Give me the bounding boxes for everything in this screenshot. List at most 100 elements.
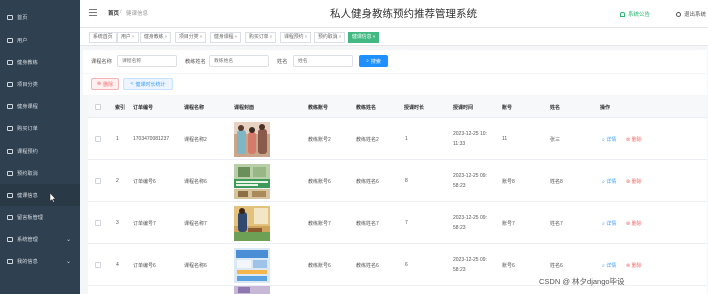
tab-home[interactable]: 系统首页 <box>89 32 117 43</box>
chevron-left-icon: < <box>130 81 134 87</box>
column-header: 操作 <box>600 105 611 111</box>
coach-name-input[interactable] <box>209 55 269 67</box>
detail-button[interactable]: ⌕ 详情 <box>602 178 616 185</box>
cell-order-no: 订单编号6 <box>133 263 156 269</box>
tab-label: 健身教练 <box>144 35 164 40</box>
search-icon: ⌕ <box>602 221 605 227</box>
course-icon <box>7 103 13 109</box>
row-checkbox[interactable] <box>95 136 101 142</box>
tab-course[interactable]: 健身课程× <box>210 32 242 43</box>
tab-category[interactable]: 项目分类× <box>175 32 207 43</box>
close-icon[interactable]: × <box>235 35 238 40</box>
tab-cancel[interactable]: 预约取消× <box>314 32 346 43</box>
search-button[interactable]: ⌕ 搜索 <box>359 55 388 67</box>
close-icon[interactable]: × <box>270 35 273 40</box>
course-cover-image <box>234 286 270 294</box>
select-all-checkbox[interactable] <box>95 104 101 110</box>
logout-button[interactable]: 退出系统 <box>676 10 706 18</box>
tab-order[interactable]: 购买订单× <box>245 32 277 43</box>
tab-booking[interactable]: 课程预约× <box>280 32 312 43</box>
name-input[interactable] <box>293 55 353 67</box>
tab-label: 项目分类 <box>179 35 199 40</box>
delete-button[interactable]: ⊗ 删除 <box>626 178 642 185</box>
cell-order-no: 订单编号7 <box>133 221 156 227</box>
detail-label: 详情 <box>606 137 617 143</box>
search-icon: ⌕ <box>602 137 605 143</box>
close-icon[interactable]: × <box>339 35 342 40</box>
sidebar-item-order[interactable]: 购买订单 <box>0 117 80 139</box>
course-name-label: 课程名称 <box>91 59 112 65</box>
row-checkbox[interactable] <box>95 262 101 268</box>
close-icon[interactable]: × <box>165 35 168 40</box>
detail-button[interactable]: ⌕ 详情 <box>602 136 616 143</box>
breadcrumb-home[interactable]: 首页 <box>108 9 119 17</box>
cell-time: 58:23 <box>453 183 466 189</box>
sidebar-item-home[interactable]: 首页 <box>0 6 80 28</box>
close-icon[interactable]: × <box>305 35 308 40</box>
cell-time: 2023-12-25 09: <box>453 215 487 221</box>
home-icon <box>7 14 13 20</box>
stats-button[interactable]: < 健课时长统计 <box>123 78 173 90</box>
sidebar-item-coach[interactable]: 健身教练 <box>0 51 80 73</box>
sidebar-item-system[interactable]: 系统管理 ⌄ <box>0 228 80 250</box>
tab-user[interactable]: 用户× <box>117 32 139 43</box>
cell-account: 11 <box>502 136 508 142</box>
row-checkbox[interactable] <box>95 178 101 184</box>
delete-icon: ⊗ <box>626 179 631 185</box>
batch-delete-button[interactable]: ⊗ 删除 <box>91 78 119 90</box>
sidebar-item-category[interactable]: 项目分类 <box>0 73 80 95</box>
course-cover-image <box>234 206 270 241</box>
notice-button[interactable]: 系统公告 <box>620 10 650 18</box>
sidebar-item-info[interactable]: 健课信息 <box>0 184 80 206</box>
delete-label: 删除 <box>631 179 642 185</box>
sidebar-item-message[interactable]: 留言板管理 <box>0 206 80 228</box>
sidebar-item-label: 首页 <box>17 14 28 21</box>
sidebar-item-user[interactable]: 用户 <box>0 29 80 51</box>
row-checkbox[interactable] <box>95 220 101 226</box>
delete-icon: ⊗ <box>626 137 631 143</box>
sidebar-item-booking[interactable]: 课程预约 <box>0 140 80 162</box>
table-row[interactable] <box>88 286 707 294</box>
close-icon[interactable]: × <box>200 35 203 40</box>
logout-label: 退出系统 <box>684 12 707 18</box>
sidebar-item-course[interactable]: 健身课程 <box>0 95 80 117</box>
delete-icon: ⊗ <box>626 263 631 269</box>
booking-icon <box>7 148 13 154</box>
table-row[interactable]: 1 1703470081237 课程名称2 教练账号2 教练姓名2 1 2023… <box>88 118 707 160</box>
cell-account: 账号8 <box>502 179 515 185</box>
delete-label: 删除 <box>631 263 642 269</box>
course-name-input[interactable] <box>117 55 177 67</box>
tab-coach[interactable]: 健身教练× <box>140 32 172 43</box>
name-label: 姓名 <box>277 59 288 65</box>
delete-button[interactable]: ⊗ 删除 <box>626 136 642 143</box>
sidebar-item-label: 预约取消 <box>17 170 38 177</box>
table-row[interactable]: 3 订单编号7 课程名称7 教练账号7 教练姓名7 7 2023-12-25 0… <box>88 202 707 244</box>
cell-time: 2023-12-25 09: <box>453 173 487 179</box>
topbar: 首页 / 健课信息 私人健身教练预约推荐管理系统 系统公告 退出系统 <box>80 0 708 28</box>
detail-button[interactable]: ⌕ 详情 <box>602 262 616 269</box>
course-cover-image <box>234 122 270 157</box>
table-row[interactable]: 2 订单编号6 课程名称6 教练账号6 教练姓名6 8 2023-12-25 0… <box>88 160 707 202</box>
sidebar: 首页 用户 健身教练 项目分类 健身课程 购买订单 课程预约 预约取消 健课信息… <box>0 0 80 294</box>
cell-name: 姓名6 <box>550 263 563 269</box>
cell-course: 课程名称6 <box>184 179 207 185</box>
sidebar-item-cancel[interactable]: 预约取消 <box>0 162 80 184</box>
profile-icon <box>7 258 13 264</box>
cell-coach-account: 教练账号2 <box>308 137 331 143</box>
cell-duration: 6 <box>405 262 408 268</box>
chevron-down-icon: ⌄ <box>65 237 71 243</box>
breadcrumb-current: 健课信息 <box>126 11 149 17</box>
close-icon[interactable]: × <box>373 35 376 40</box>
sidebar-item-label: 健身课程 <box>17 103 38 110</box>
cell-index: 2 <box>116 178 119 184</box>
delete-button[interactable]: ⊗ 删除 <box>626 220 642 227</box>
detail-label: 详情 <box>606 179 617 185</box>
menu-toggle-icon[interactable] <box>89 9 97 16</box>
cell-duration: 1 <box>405 136 408 142</box>
sidebar-item-profile[interactable]: 我的信息 ⌄ <box>0 250 80 272</box>
delete-button[interactable]: ⊗ 删除 <box>626 262 642 269</box>
close-icon[interactable]: × <box>132 35 135 40</box>
notice-label: 系统公告 <box>628 12 651 18</box>
detail-button[interactable]: ⌕ 详情 <box>602 220 616 227</box>
tab-info[interactable]: 健课信息× <box>348 32 380 43</box>
